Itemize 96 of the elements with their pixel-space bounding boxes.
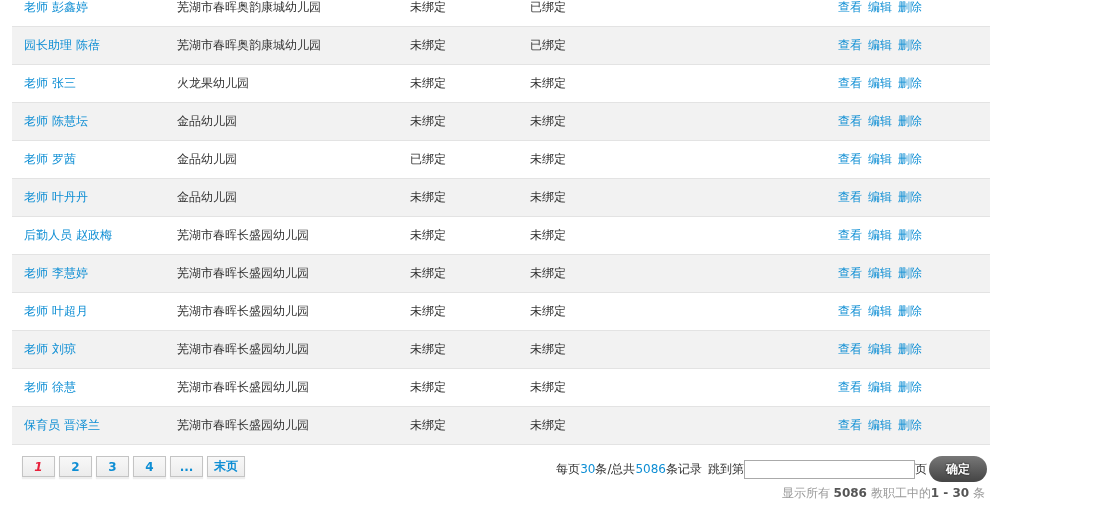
binding-status: 未绑定 <box>410 0 446 14</box>
view-link[interactable]: 查看 <box>838 227 862 244</box>
edit-link[interactable]: 编辑 <box>868 75 892 92</box>
page-suffix: 页 <box>915 460 927 478</box>
view-link[interactable]: 查看 <box>838 303 862 320</box>
binding-status: 未绑定 <box>530 380 566 394</box>
binding-status: 未绑定 <box>410 190 446 204</box>
name-link[interactable]: 园长助理 陈蓓 <box>24 38 100 52</box>
binding-status: 未绑定 <box>410 228 446 242</box>
school-text: 芜湖市春晖奥韵康城幼儿园 <box>177 38 321 52</box>
delete-link[interactable]: 删除 <box>898 37 922 54</box>
name-link[interactable]: 老师 张三 <box>24 76 76 90</box>
binding-status: 未绑定 <box>410 114 446 128</box>
delete-link[interactable]: 删除 <box>898 0 922 16</box>
name-link[interactable]: 老师 李慧婷 <box>24 266 88 280</box>
delete-link[interactable]: 删除 <box>898 227 922 244</box>
name-link[interactable]: 老师 叶超月 <box>24 304 88 318</box>
delete-link[interactable]: 删除 <box>898 189 922 206</box>
binding-status: 未绑定 <box>530 114 566 128</box>
binding-status: 未绑定 <box>530 152 566 166</box>
page-button[interactable]: 3 <box>96 456 129 477</box>
binding-status: 已绑定 <box>530 38 566 52</box>
binding-status: 未绑定 <box>410 266 446 280</box>
binding-status: 未绑定 <box>530 342 566 356</box>
edit-link[interactable]: 编辑 <box>868 303 892 320</box>
delete-link[interactable]: 删除 <box>898 151 922 168</box>
view-link[interactable]: 查看 <box>838 0 862 16</box>
edit-link[interactable]: 编辑 <box>868 265 892 282</box>
edit-link[interactable]: 编辑 <box>868 0 892 16</box>
view-link[interactable]: 查看 <box>838 265 862 282</box>
name-link[interactable]: 后勤人员 赵政梅 <box>24 228 112 242</box>
edit-link[interactable]: 编辑 <box>868 37 892 54</box>
binding-status: 未绑定 <box>410 304 446 318</box>
page-button[interactable]: 2 <box>59 456 92 477</box>
binding-status: 未绑定 <box>530 76 566 90</box>
binding-status: 未绑定 <box>410 380 446 394</box>
edit-link[interactable]: 编辑 <box>868 189 892 206</box>
view-link[interactable]: 查看 <box>838 379 862 396</box>
delete-link[interactable]: 删除 <box>898 113 922 130</box>
view-link[interactable]: 查看 <box>838 189 862 206</box>
edit-link[interactable]: 编辑 <box>868 417 892 434</box>
binding-status: 未绑定 <box>530 228 566 242</box>
view-link[interactable]: 查看 <box>838 113 862 130</box>
page-info-text: 每页30条/总共5086条记录 <box>556 460 702 478</box>
delete-link[interactable]: 删除 <box>898 303 922 320</box>
school-text: 芜湖市春晖长盛园幼儿园 <box>177 266 309 280</box>
delete-link[interactable]: 删除 <box>898 341 922 358</box>
page-button[interactable]: 末页 <box>207 456 245 477</box>
view-link[interactable]: 查看 <box>838 417 862 434</box>
school-text: 金品幼儿园 <box>177 114 237 128</box>
school-text: 芜湖市春晖长盛园幼儿园 <box>177 342 309 356</box>
delete-link[interactable]: 删除 <box>898 417 922 434</box>
edit-link[interactable]: 编辑 <box>868 113 892 130</box>
school-text: 芜湖市春晖长盛园幼儿园 <box>177 380 309 394</box>
view-link[interactable]: 查看 <box>838 75 862 92</box>
binding-status: 未绑定 <box>530 418 566 432</box>
school-text: 芜湖市春晖奥韵康城幼儿园 <box>177 0 321 14</box>
jump-label: 跳到第 <box>708 460 744 478</box>
delete-link[interactable]: 删除 <box>898 379 922 396</box>
school-text: 芜湖市春晖长盛园幼儿园 <box>177 228 309 242</box>
name-link[interactable]: 保育员 晋泽兰 <box>24 418 100 432</box>
school-text: 芜湖市春晖长盛园幼儿园 <box>177 418 309 432</box>
binding-status: 未绑定 <box>410 38 446 52</box>
page-button[interactable]: 4 <box>133 456 166 477</box>
records-summary: 显示所有 5086 教职工中的1 - 30 条 <box>781 485 985 502</box>
delete-link[interactable]: 删除 <box>898 75 922 92</box>
binding-status: 未绑定 <box>530 190 566 204</box>
page-input[interactable] <box>744 459 915 479</box>
edit-link[interactable]: 编辑 <box>868 227 892 244</box>
page-button[interactable]: 1 <box>22 456 55 477</box>
edit-link[interactable]: 编辑 <box>868 379 892 396</box>
view-link[interactable]: 查看 <box>838 341 862 358</box>
school-text: 金品幼儿园 <box>177 190 237 204</box>
edit-link[interactable]: 编辑 <box>868 151 892 168</box>
binding-status: 未绑定 <box>410 342 446 356</box>
confirm-button[interactable]: 确定 <box>929 456 987 482</box>
binding-status: 未绑定 <box>410 418 446 432</box>
binding-status: 未绑定 <box>410 76 446 90</box>
name-link[interactable]: 老师 刘琼 <box>24 342 76 356</box>
school-text: 金品幼儿园 <box>177 152 237 166</box>
name-link[interactable]: 老师 彭鑫婷 <box>24 0 88 14</box>
school-text: 芜湖市春晖长盛园幼儿园 <box>177 304 309 318</box>
binding-status: 已绑定 <box>530 0 566 14</box>
view-link[interactable]: 查看 <box>838 37 862 54</box>
school-text: 火龙果幼儿园 <box>177 76 249 90</box>
view-link[interactable]: 查看 <box>838 151 862 168</box>
name-link[interactable]: 老师 叶丹丹 <box>24 190 88 204</box>
page-button[interactable]: ... <box>170 456 203 477</box>
binding-status: 已绑定 <box>410 152 446 166</box>
name-link[interactable]: 老师 陈慧坛 <box>24 114 88 128</box>
binding-status: 未绑定 <box>530 304 566 318</box>
binding-status: 未绑定 <box>530 266 566 280</box>
name-link[interactable]: 老师 罗茜 <box>24 152 76 166</box>
delete-link[interactable]: 删除 <box>898 265 922 282</box>
edit-link[interactable]: 编辑 <box>868 341 892 358</box>
name-link[interactable]: 老师 徐慧 <box>24 380 76 394</box>
